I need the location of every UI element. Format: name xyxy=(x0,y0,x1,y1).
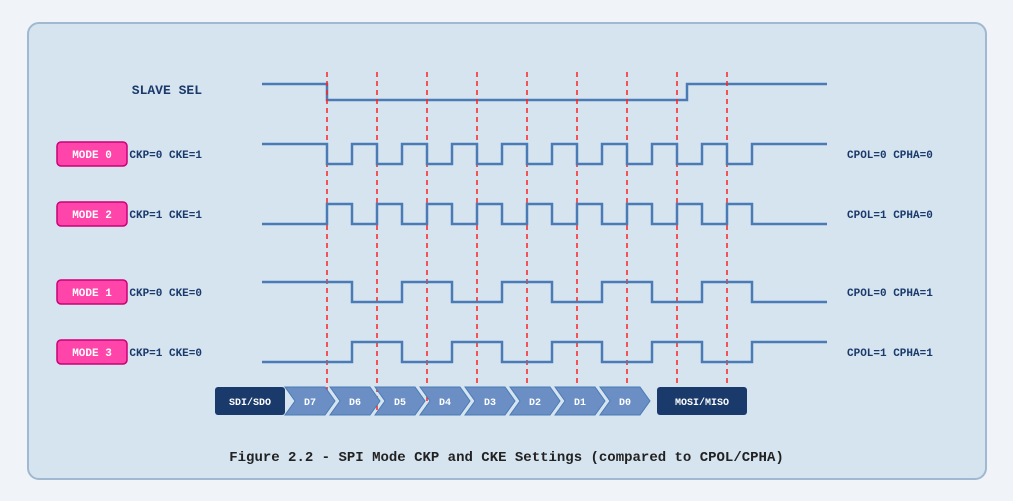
mode0-cpol: CPOL=0 CPHA=0 xyxy=(847,150,933,162)
mode1-label: MODE 1 xyxy=(72,288,112,300)
d2-label: D2 xyxy=(528,398,540,409)
mode0-params: CKP=0 CKE=1 xyxy=(129,150,202,162)
mode1-cpol: CPOL=0 CPHA=1 xyxy=(847,288,933,300)
mode2-params: CKP=1 CKE=1 xyxy=(129,210,202,222)
d5-label: D5 xyxy=(393,398,405,409)
diagram-area: SLAVE SEL MODE 0 CKP=0 CKE=1 CPOL=0 CPHA… xyxy=(47,42,967,442)
d4-label: D4 xyxy=(438,398,450,409)
outer-container: SLAVE SEL MODE 0 CKP=0 CKE=1 CPOL=0 CPHA… xyxy=(27,22,987,480)
d7-label: D7 xyxy=(303,398,315,409)
figure-caption: Figure 2.2 - SPI Mode CKP and CKE Settin… xyxy=(47,450,967,466)
mode2-cpol: CPOL=1 CPHA=0 xyxy=(847,210,933,222)
timing-diagram: SLAVE SEL MODE 0 CKP=0 CKE=1 CPOL=0 CPHA… xyxy=(47,42,967,442)
d3-label: D3 xyxy=(483,398,495,409)
d0-label: D0 xyxy=(618,398,630,409)
mode0-wave xyxy=(262,144,827,164)
mode1-params: CKP=0 CKE=0 xyxy=(129,288,202,300)
mode1-wave xyxy=(262,282,827,302)
mode3-label: MODE 3 xyxy=(72,348,112,360)
d1-label: D1 xyxy=(573,398,585,409)
slave-sel-label: SLAVE SEL xyxy=(131,83,201,98)
mode2-wave xyxy=(262,204,827,224)
mosi-miso-label: MOSI/MISO xyxy=(674,397,728,409)
mode3-cpol: CPOL=1 CPHA=1 xyxy=(847,348,933,360)
sdi-sdo-label: SDI/SDO xyxy=(228,397,270,409)
slave-sel-wave xyxy=(262,84,827,100)
mode3-params: CKP=1 CKE=0 xyxy=(129,348,202,360)
mode0-label: MODE 0 xyxy=(72,150,112,162)
d6-label: D6 xyxy=(348,398,360,409)
mode2-label: MODE 2 xyxy=(72,210,112,222)
mode3-wave xyxy=(262,342,827,362)
